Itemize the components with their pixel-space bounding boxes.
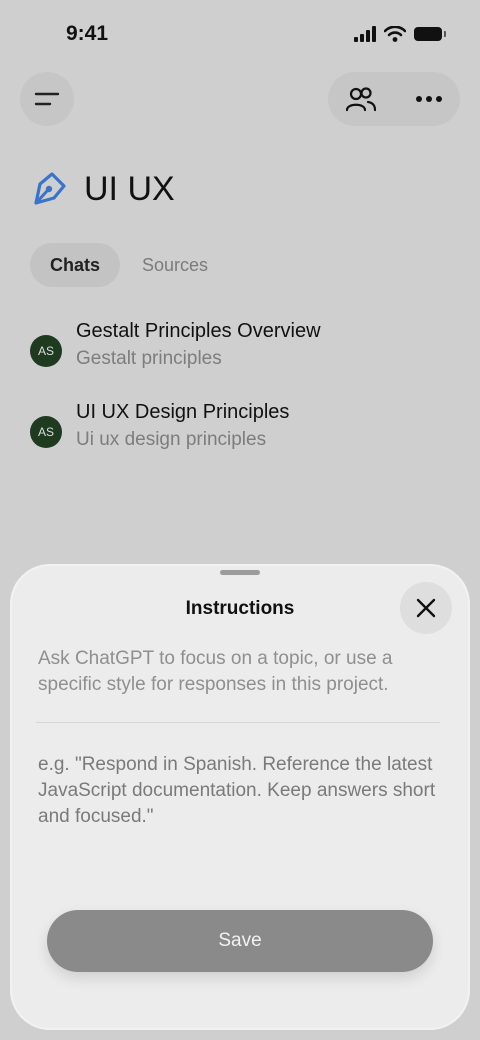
project-title: UI UX xyxy=(84,169,175,208)
chat-subtitle: Gestalt principles xyxy=(76,348,222,369)
close-icon xyxy=(416,598,436,618)
tab-chats[interactable]: Chats xyxy=(30,243,120,287)
status-bar: 9:41 xyxy=(0,0,480,70)
avatar: AS xyxy=(30,335,62,367)
chat-list-item[interactable]: AS Gestalt Principles Overview Gestalt p… xyxy=(30,320,450,380)
status-icons xyxy=(354,26,446,42)
instructions-input[interactable]: e.g. "Respond in Spanish. Reference the … xyxy=(38,752,438,852)
save-button[interactable]: Save xyxy=(47,910,433,972)
header-actions xyxy=(328,72,460,126)
sheet-description: Ask ChatGPT to focus on a topic, or use … xyxy=(38,648,393,695)
wifi-icon xyxy=(384,26,406,42)
chat-subtitle: Ui ux design principles xyxy=(76,429,267,450)
sheet-grabber[interactable] xyxy=(220,570,260,575)
battery-icon xyxy=(414,27,446,41)
chat-title: Gestalt Principles Overview xyxy=(76,320,321,342)
close-button[interactable] xyxy=(400,582,452,634)
instructions-sheet: Instructions Ask ChatGPT to focus on a t… xyxy=(10,564,470,1030)
menu-button[interactable] xyxy=(20,72,74,126)
signal-icon xyxy=(354,26,376,42)
share-people-button[interactable] xyxy=(336,72,386,126)
pen-tool-icon xyxy=(34,172,66,205)
chat-title: UI UX Design Principles xyxy=(76,401,290,423)
status-time: 9:41 xyxy=(66,22,109,45)
chat-list-item[interactable]: AS UI UX Design Principles Ui ux design … xyxy=(30,401,450,461)
more-options-button[interactable] xyxy=(404,72,454,126)
avatar: AS xyxy=(30,416,62,448)
divider xyxy=(36,722,440,723)
tab-sources[interactable]: Sources xyxy=(130,243,220,287)
menu-icon xyxy=(34,92,60,106)
project-header: UI UX xyxy=(30,164,175,214)
more-horizontal-icon xyxy=(416,96,442,102)
people-icon xyxy=(346,87,376,112)
